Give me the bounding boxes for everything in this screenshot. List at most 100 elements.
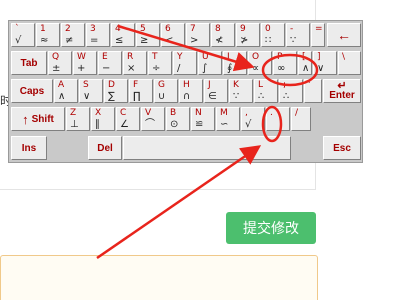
key-7[interactable]: 7 > <box>186 23 210 47</box>
key-minus[interactable]: - ∵ <box>286 23 310 47</box>
key-label: R <box>127 52 134 62</box>
key-x[interactable]: X ∥ <box>91 107 115 131</box>
key-label: J <box>208 80 211 90</box>
key-a[interactable]: A ∧ <box>54 79 78 103</box>
key-period[interactable]: . <box>266 107 290 131</box>
key-open-bracket[interactable]: [∧ <box>298 51 312 75</box>
key-symbol: √ <box>245 119 252 130</box>
key-label: L <box>258 80 264 90</box>
key-close-bracket[interactable]: ] ∨ <box>313 51 337 75</box>
key-label: A <box>58 80 65 90</box>
key-label: U <box>202 52 209 62</box>
key-label: ; <box>283 80 287 90</box>
key-symbol: ≈ <box>40 35 49 46</box>
edit-textarea[interactable] <box>0 255 318 300</box>
key-label: , <box>245 108 248 118</box>
key-symbol: ∵ <box>233 91 240 102</box>
key-label: 1 <box>40 24 46 34</box>
key-y[interactable]: Y / <box>173 51 197 75</box>
key-z[interactable]: Z ⊥ <box>66 107 90 131</box>
key-symbol: ∧ <box>302 63 310 74</box>
key-9[interactable]: 9 ≯ <box>236 23 260 47</box>
key-n[interactable]: N ≌ <box>191 107 215 131</box>
key-3[interactable]: 3 = <box>86 23 110 47</box>
key-4[interactable]: 4 ≤ <box>111 23 135 47</box>
key-label: 5 <box>140 24 146 34</box>
key-5[interactable]: 5 ≥ <box>136 23 160 47</box>
key-symbol: ≌ <box>195 119 204 130</box>
key-label: 8 <box>215 24 221 34</box>
key-symbol: ≥ <box>140 35 149 46</box>
submit-button[interactable]: 提交修改 <box>226 212 316 244</box>
shift-arrow-icon: ↑ <box>22 111 29 127</box>
key-u[interactable]: U ∫ <box>198 51 222 75</box>
backspace-key[interactable]: ← <box>327 23 361 47</box>
key-label: 7 <box>190 24 196 34</box>
enter-key[interactable]: ↵ Enter <box>323 79 361 103</box>
tab-key[interactable]: Tab <box>11 51 47 75</box>
key-r[interactable]: R × <box>123 51 147 75</box>
key-w[interactable]: W + <box>73 51 97 75</box>
key-g[interactable]: G ∪ <box>154 79 178 103</box>
caps-key[interactable]: Caps <box>11 79 53 103</box>
space-key[interactable] <box>123 136 291 160</box>
key-s[interactable]: S ∨ <box>79 79 103 103</box>
key-8[interactable]: 8 ≮ <box>211 23 235 47</box>
key-symbol: / <box>177 63 181 74</box>
key-t[interactable]: T ÷ <box>148 51 172 75</box>
key-label: E <box>102 52 108 62</box>
key-e[interactable]: E − <box>98 51 122 75</box>
esc-label: Esc <box>333 142 351 154</box>
key-semicolon[interactable]: ; ∴ <box>279 79 303 103</box>
key-label: / <box>295 108 299 118</box>
key-label: ] <box>317 52 321 62</box>
key-symbol: ∵ <box>290 35 297 46</box>
shift-key[interactable]: ↑ Shift <box>11 107 65 131</box>
key-label: - <box>290 24 294 34</box>
key-v[interactable]: V ⌒ <box>141 107 165 131</box>
key-label: O <box>252 52 260 62</box>
key-1[interactable]: 1 ≈ <box>36 23 60 47</box>
key-symbol: ∧ <box>58 91 66 102</box>
key-p[interactable]: P ∞ <box>273 51 297 75</box>
key-b[interactable]: B ⊙ <box>166 107 190 131</box>
key-label: 4 <box>115 24 121 34</box>
key-m[interactable]: M ∽ <box>216 107 240 131</box>
key-j[interactable]: J ∈ <box>204 79 228 103</box>
key-k[interactable]: K ∵ <box>229 79 253 103</box>
key-symbol: ∈ <box>208 91 217 102</box>
enter-label-group: ↵ Enter <box>329 81 355 101</box>
key-6[interactable]: 6 < <box>161 23 185 47</box>
key-i[interactable]: I ∮ <box>223 51 247 75</box>
key-label: 6 <box>165 24 171 34</box>
key-f[interactable]: F ∏ <box>129 79 153 103</box>
key-backslash[interactable]: \ <box>338 51 361 75</box>
del-key[interactable]: Del <box>88 136 122 160</box>
key-q[interactable]: Q ± <box>48 51 72 75</box>
key-slash[interactable]: / <box>291 107 311 131</box>
key-quote[interactable]: ' <box>304 79 322 103</box>
key-symbol: − <box>102 63 111 74</box>
caps-label: Caps <box>19 85 45 97</box>
key-label: 2 <box>65 24 71 34</box>
key-0[interactable]: 0 ∷ <box>261 23 285 47</box>
key-o[interactable]: O ∝ <box>248 51 272 75</box>
key-l[interactable]: L ∴ <box>254 79 278 103</box>
key-label: 3 <box>90 24 96 34</box>
key-c[interactable]: C ∠ <box>116 107 140 131</box>
shift-label: Shift <box>31 113 54 125</box>
ins-key[interactable]: Ins <box>11 136 47 160</box>
key-symbol: ≯ <box>240 35 249 46</box>
key-label: F <box>133 80 139 90</box>
key-comma[interactable]: , √ <box>241 107 265 131</box>
key-label: P <box>277 52 283 62</box>
key-symbol: ∏ <box>133 91 141 102</box>
key-d[interactable]: D ∑ <box>104 79 128 103</box>
key-equals[interactable]: = <box>311 23 325 47</box>
key-2[interactable]: 2 ≠ <box>61 23 85 47</box>
key-h[interactable]: H ∩ <box>179 79 203 103</box>
key-label: . <box>270 108 273 118</box>
key-symbol: ± <box>52 63 61 74</box>
esc-key[interactable]: Esc <box>323 136 361 160</box>
key-backtick[interactable]: ` √ <box>11 23 35 47</box>
